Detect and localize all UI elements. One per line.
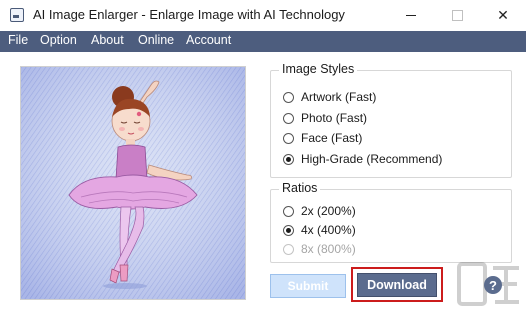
radio-unchecked-icon[interactable]: [283, 112, 294, 124]
menu-online[interactable]: Online: [138, 33, 174, 47]
image-styles-group: Image Styles Artwork (Fast) Photo (Fast)…: [270, 62, 512, 178]
radio-disabled-icon: [283, 243, 294, 255]
minimize-icon: [406, 15, 416, 16]
maximize-button[interactable]: [434, 0, 480, 31]
style-option-label: High-Grade (Recommend): [301, 152, 443, 166]
radio-unchecked-icon[interactable]: [283, 132, 294, 144]
close-button[interactable]: ✕: [480, 0, 526, 31]
image-styles-title: Image Styles: [279, 62, 358, 76]
close-icon: ✕: [497, 7, 509, 23]
ratio-option-label: 4x (400%): [301, 223, 356, 237]
radio-checked-icon[interactable]: [283, 224, 294, 236]
menu-bar: File Option About Online Account: [0, 31, 526, 52]
style-option-label: Artwork (Fast): [301, 90, 377, 104]
radio-checked-icon[interactable]: [283, 153, 294, 165]
download-button[interactable]: Download: [357, 273, 437, 297]
style-option-artwork[interactable]: Artwork (Fast): [283, 89, 376, 105]
radio-unchecked-icon[interactable]: [283, 91, 294, 103]
menu-about[interactable]: About: [91, 33, 124, 47]
ratio-option-2x[interactable]: 2x (200%): [283, 203, 356, 219]
ratios-group: Ratios 2x (200%) 4x (400%) 8x (800%): [270, 181, 512, 263]
style-option-label: Face (Fast): [301, 131, 363, 145]
style-option-high-grade[interactable]: High-Grade (Recommend): [283, 151, 442, 167]
title-bar: AI Image Enlarger - Enlarge Image with A…: [0, 0, 526, 32]
minimize-button[interactable]: [388, 0, 434, 31]
style-option-label: Photo (Fast): [301, 111, 368, 125]
image-preview: [20, 66, 246, 300]
help-icon[interactable]: ?: [484, 276, 502, 294]
menu-option[interactable]: Option: [40, 33, 77, 47]
submit-button[interactable]: Submit: [270, 274, 346, 298]
ratio-option-label: 8x (800%): [301, 242, 356, 256]
ratios-title: Ratios: [279, 181, 321, 195]
menu-account[interactable]: Account: [186, 33, 231, 47]
ratio-option-4x[interactable]: 4x (400%): [283, 222, 356, 238]
window-title: AI Image Enlarger - Enlarge Image with A…: [33, 7, 345, 22]
ballerina-illustration: [21, 67, 245, 299]
ratio-option-8x: 8x (800%): [283, 241, 356, 257]
ratio-option-label: 2x (200%): [301, 204, 356, 218]
menu-file[interactable]: File: [8, 33, 28, 47]
radio-unchecked-icon[interactable]: [283, 205, 294, 217]
style-option-face[interactable]: Face (Fast): [283, 130, 362, 146]
maximize-icon: [451, 10, 463, 21]
style-option-photo[interactable]: Photo (Fast): [283, 110, 367, 126]
app-icon: [10, 8, 24, 22]
